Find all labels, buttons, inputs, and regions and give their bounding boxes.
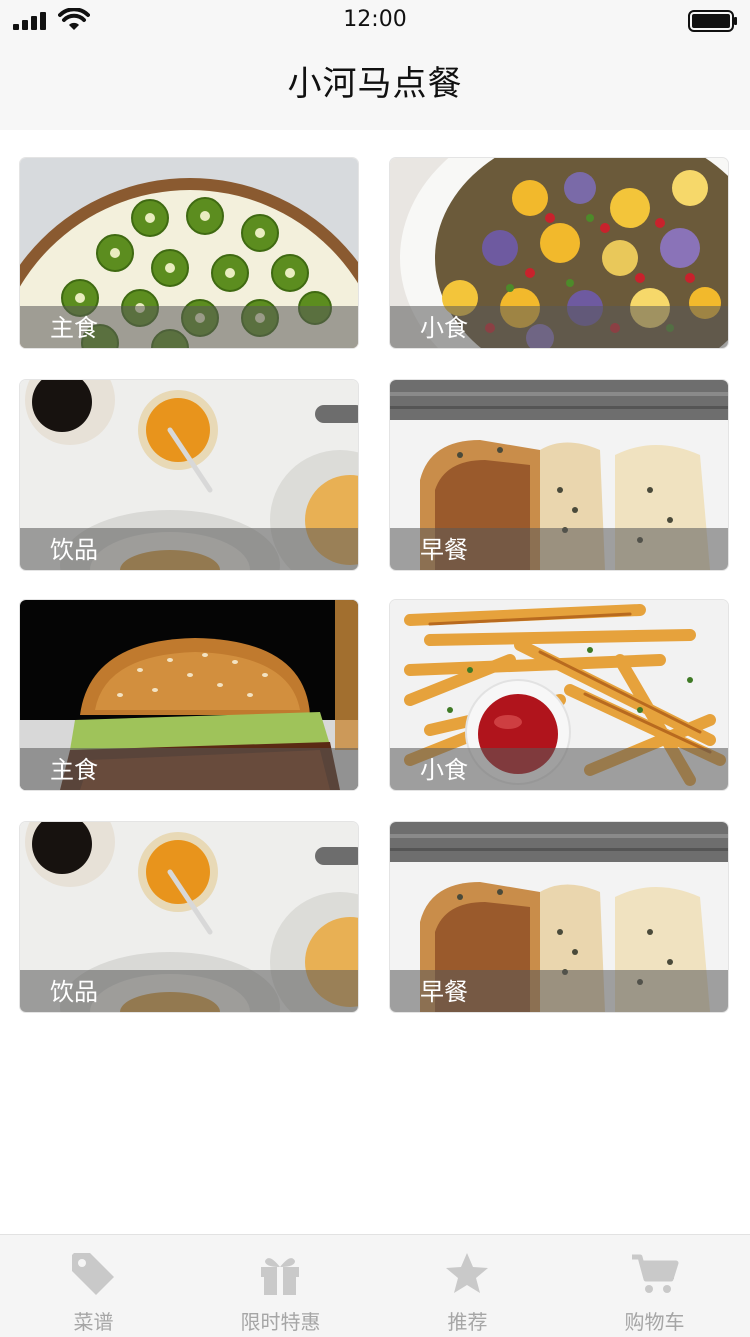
- card-label: 早餐: [420, 978, 468, 1006]
- tag-icon: [72, 1253, 114, 1295]
- tab-label: 菜谱: [73, 1310, 114, 1334]
- tab-label: 限时特惠: [240, 1310, 321, 1334]
- status-time: 12:00: [343, 7, 407, 32]
- caption-overlay: 小食: [390, 748, 728, 790]
- tab-recommend[interactable]: 推荐: [374, 1235, 561, 1337]
- category-card-staple-2[interactable]: 主食: [20, 600, 358, 790]
- caption-overlay: 小食: [390, 306, 728, 348]
- card-label: 小食: [420, 756, 468, 784]
- tab-menu[interactable]: 菜谱: [0, 1235, 187, 1337]
- card-label: 饮品: [50, 978, 98, 1006]
- card-label: 小食: [420, 314, 468, 342]
- category-grid: 主食 小食 饮品 早餐 主食 小食 饮品 早餐: [0, 130, 750, 1234]
- card-label: 早餐: [420, 536, 468, 564]
- caption-overlay: 早餐: [390, 970, 728, 1012]
- cart-icon: [632, 1254, 679, 1293]
- tab-cart[interactable]: 购物车: [561, 1235, 748, 1337]
- card-label: 主食: [50, 756, 98, 784]
- caption-overlay: 主食: [20, 306, 358, 348]
- card-label: 饮品: [50, 536, 98, 564]
- card-label: 主食: [50, 314, 98, 342]
- category-card-drink-1[interactable]: 饮品: [20, 380, 358, 570]
- navigation-bar: 小河马点餐: [0, 40, 750, 130]
- category-card-drink-2[interactable]: 饮品: [20, 822, 358, 1012]
- caption-overlay: 饮品: [20, 970, 358, 1012]
- caption-overlay: 饮品: [20, 528, 358, 570]
- category-card-breakfast-1[interactable]: 早餐: [390, 380, 728, 570]
- caption-overlay: 主食: [20, 748, 358, 790]
- page-title: 小河马点餐: [287, 64, 463, 104]
- gift-icon: [261, 1258, 299, 1295]
- category-card-breakfast-2[interactable]: 早餐: [390, 822, 728, 1012]
- tab-label: 推荐: [447, 1310, 488, 1334]
- tab-bar: 菜谱 限时特惠 推荐 购物车: [0, 1234, 750, 1337]
- category-card-staple-1[interactable]: 主食: [20, 158, 358, 348]
- caption-overlay: 早餐: [390, 528, 728, 570]
- battery-icon: [688, 10, 737, 32]
- tab-limited-offer[interactable]: 限时特惠: [187, 1235, 374, 1337]
- star-icon: [446, 1253, 488, 1293]
- status-bar: 12:00: [0, 0, 750, 40]
- category-card-snack-1[interactable]: 小食: [390, 158, 728, 348]
- tab-label: 购物车: [624, 1310, 685, 1334]
- category-card-snack-2[interactable]: 小食: [390, 600, 728, 790]
